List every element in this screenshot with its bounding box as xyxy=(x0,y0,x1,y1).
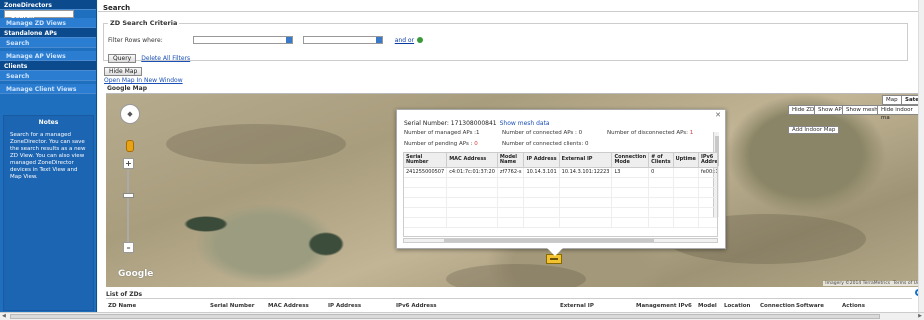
col-mac-address[interactable]: MAC Address xyxy=(446,153,498,168)
col-zd-model[interactable]: Model xyxy=(698,303,717,309)
zoom-out-button[interactable]: – xyxy=(123,242,134,253)
filter-label: Filter Rows where: xyxy=(108,36,163,44)
filter-value-select[interactable] xyxy=(302,36,383,44)
zd-list-header: ZD Name Serial Number MAC Address IP Add… xyxy=(106,302,912,311)
map-view[interactable]: ◆ + – Google Map Satellite Hide ZD Show … xyxy=(106,93,924,287)
col-zd-ip-address[interactable]: IP Address xyxy=(328,303,361,309)
zd-serial-number: Serial Number: 171308000841 Show mesh dat… xyxy=(404,120,550,127)
imagery-attribution: Imagery ©2014 TerraMetrics xyxy=(825,281,891,286)
chevron-down-icon xyxy=(285,37,292,43)
table-row xyxy=(404,177,717,188)
page-vertical-scrollbar[interactable] xyxy=(918,0,924,312)
show-mesh-button[interactable]: Show mesh xyxy=(842,105,882,115)
managed-aps-count: Number of managed APs :1 xyxy=(404,130,480,136)
ap-table-header-row: Serial Number MAC Address Model Name IP … xyxy=(404,153,717,168)
cell-external-ip: 10.14.3.101:12223 xyxy=(559,167,613,178)
col-connection-mode[interactable]: Connection Mode xyxy=(611,153,650,168)
chevron-down-icon xyxy=(375,37,382,43)
delete-all-filters-link[interactable]: Delete All Filters xyxy=(141,55,190,62)
col-zd-serial-number[interactable]: Serial Number xyxy=(210,303,254,309)
col-ipv6-address[interactable]: IPv6 Addres xyxy=(698,153,717,168)
col-zd-management-ipv6[interactable]: Management IPv6 xyxy=(636,303,692,309)
table-row xyxy=(404,217,717,228)
col-zd-connection[interactable]: Connection xyxy=(760,303,795,309)
notes-title: Notes xyxy=(38,119,59,126)
indoor-map-link[interactable] xyxy=(792,117,832,123)
cell-mac: c4:01:7c:01:37:20 xyxy=(446,167,498,178)
col-uptime[interactable]: Uptime xyxy=(673,153,699,168)
connected-clients-count: Number of connected clients: 0 xyxy=(502,141,589,147)
pan-control-icon[interactable]: ◆ xyxy=(120,104,140,124)
sidebar: ZoneDirectors Search Manage ZD Views Sta… xyxy=(0,0,97,312)
cell-uptime xyxy=(673,167,699,178)
table-row[interactable]: 241255000507 c4:01:7c:01:37:20 zf7762-s … xyxy=(404,167,717,178)
open-map-new-window-link[interactable]: Open Map In New Window xyxy=(104,77,183,84)
zoom-slider-thumb[interactable] xyxy=(123,193,134,198)
col-ip-address[interactable]: IP Address xyxy=(523,153,560,168)
add-filter-icon[interactable] xyxy=(417,37,424,43)
hide-map-button[interactable]: Hide Map xyxy=(104,67,143,76)
notes-panel: Notes Search for a managed ZoneDirector.… xyxy=(3,115,94,311)
page-horizontal-scrollbar[interactable]: ◀ ▶ xyxy=(0,312,924,320)
search-criteria-legend: ZD Search Criteria xyxy=(110,19,178,27)
filter-field-select[interactable] xyxy=(192,36,293,44)
pending-aps-count: Number of pending APs : 0 xyxy=(404,141,478,147)
notes-body: Search for a managed ZoneDirector. You c… xyxy=(10,132,86,180)
map-type-map-button[interactable]: Map xyxy=(882,95,902,105)
col-zd-name[interactable]: ZD Name xyxy=(108,303,136,309)
col-serial-number[interactable]: Serial Number xyxy=(404,153,448,168)
zoom-slider-track[interactable] xyxy=(127,170,129,245)
and-or-links[interactable]: and or xyxy=(395,37,414,44)
street-view-pegman-icon[interactable] xyxy=(126,140,134,152)
sidebar-item-manage-client-views[interactable]: Manage Client Views xyxy=(0,84,96,94)
sidebar-head-zonedirectors: ZoneDirectors xyxy=(0,0,96,10)
col-zd-actions[interactable]: Actions xyxy=(842,303,865,309)
list-of-zds-title: List of ZDs xyxy=(106,291,143,298)
col-zd-location[interactable]: Location xyxy=(724,303,750,309)
show-ap-button[interactable]: Show AP xyxy=(814,105,846,115)
zoom-in-button[interactable]: + xyxy=(123,158,134,169)
sidebar-item-client-search[interactable]: Search xyxy=(0,71,96,81)
google-map-label: Google Map xyxy=(107,85,147,92)
cell-ipv6: fe00::1 xyxy=(698,167,717,178)
connected-aps-count: Number of connected APs : 0 xyxy=(502,130,583,136)
col-zd-external-ip[interactable]: External IP xyxy=(560,303,594,309)
col-external-ip[interactable]: External IP xyxy=(559,153,613,168)
google-logo: Google xyxy=(118,269,154,279)
cell-model: zf7762-s xyxy=(497,167,525,178)
hide-indoor-map-button[interactable]: Hide indoor ma xyxy=(877,105,924,121)
ap-table: Serial Number MAC Address Model Name IP … xyxy=(403,152,718,237)
search-criteria: ZD Search Criteria Filter Rows where: an… xyxy=(103,19,908,63)
map-attribution: Imagery ©2014 TerraMetrics Terms of Use xyxy=(823,281,924,286)
sidebar-head-standalone-aps: Standalone APs xyxy=(0,28,96,38)
cell-serial: 241255000507 xyxy=(404,167,448,178)
table-row xyxy=(404,197,717,208)
main-content: Search ZD Search Criteria Filter Rows wh… xyxy=(98,0,924,312)
info-table-horizontal-scrollbar[interactable] xyxy=(403,238,718,243)
sidebar-item-zd-search[interactable]: Search xyxy=(4,10,74,20)
col-zd-software[interactable]: Software xyxy=(796,303,824,309)
table-row xyxy=(404,187,717,198)
col-zd-ipv6-address[interactable]: IPv6 Address xyxy=(396,303,437,309)
col-model-name[interactable]: Model Name xyxy=(497,153,525,168)
sidebar-item-ap-search[interactable]: Search xyxy=(0,38,96,48)
page-title: Search xyxy=(98,0,924,12)
table-row xyxy=(404,207,717,218)
scroll-left-icon[interactable]: ◀ xyxy=(2,313,6,319)
col-zd-mac-address[interactable]: MAC Address xyxy=(268,303,309,309)
disconnected-aps-count: Number of disconnected APs: 1 xyxy=(607,130,694,136)
close-icon[interactable]: ✕ xyxy=(715,111,721,119)
cell-ip: 10.14.3.101 xyxy=(523,167,560,178)
query-button[interactable]: Query xyxy=(108,54,137,63)
col-num-clients[interactable]: # of Clients xyxy=(648,153,674,168)
zd-info-window: ✕ Serial Number: 171308000841 Show mesh d… xyxy=(396,109,726,256)
add-indoor-map-button[interactable]: Add Indoor Map xyxy=(788,126,840,134)
sidebar-item-manage-ap-views[interactable]: Manage AP Views xyxy=(0,51,96,61)
cell-clients: 0 xyxy=(648,167,674,178)
show-mesh-data-link[interactable]: Show mesh data xyxy=(500,120,550,127)
scroll-right-icon[interactable]: ▶ xyxy=(918,313,922,319)
cell-connection-mode: L3 xyxy=(611,167,650,178)
sidebar-head-clients: Clients xyxy=(0,61,96,71)
